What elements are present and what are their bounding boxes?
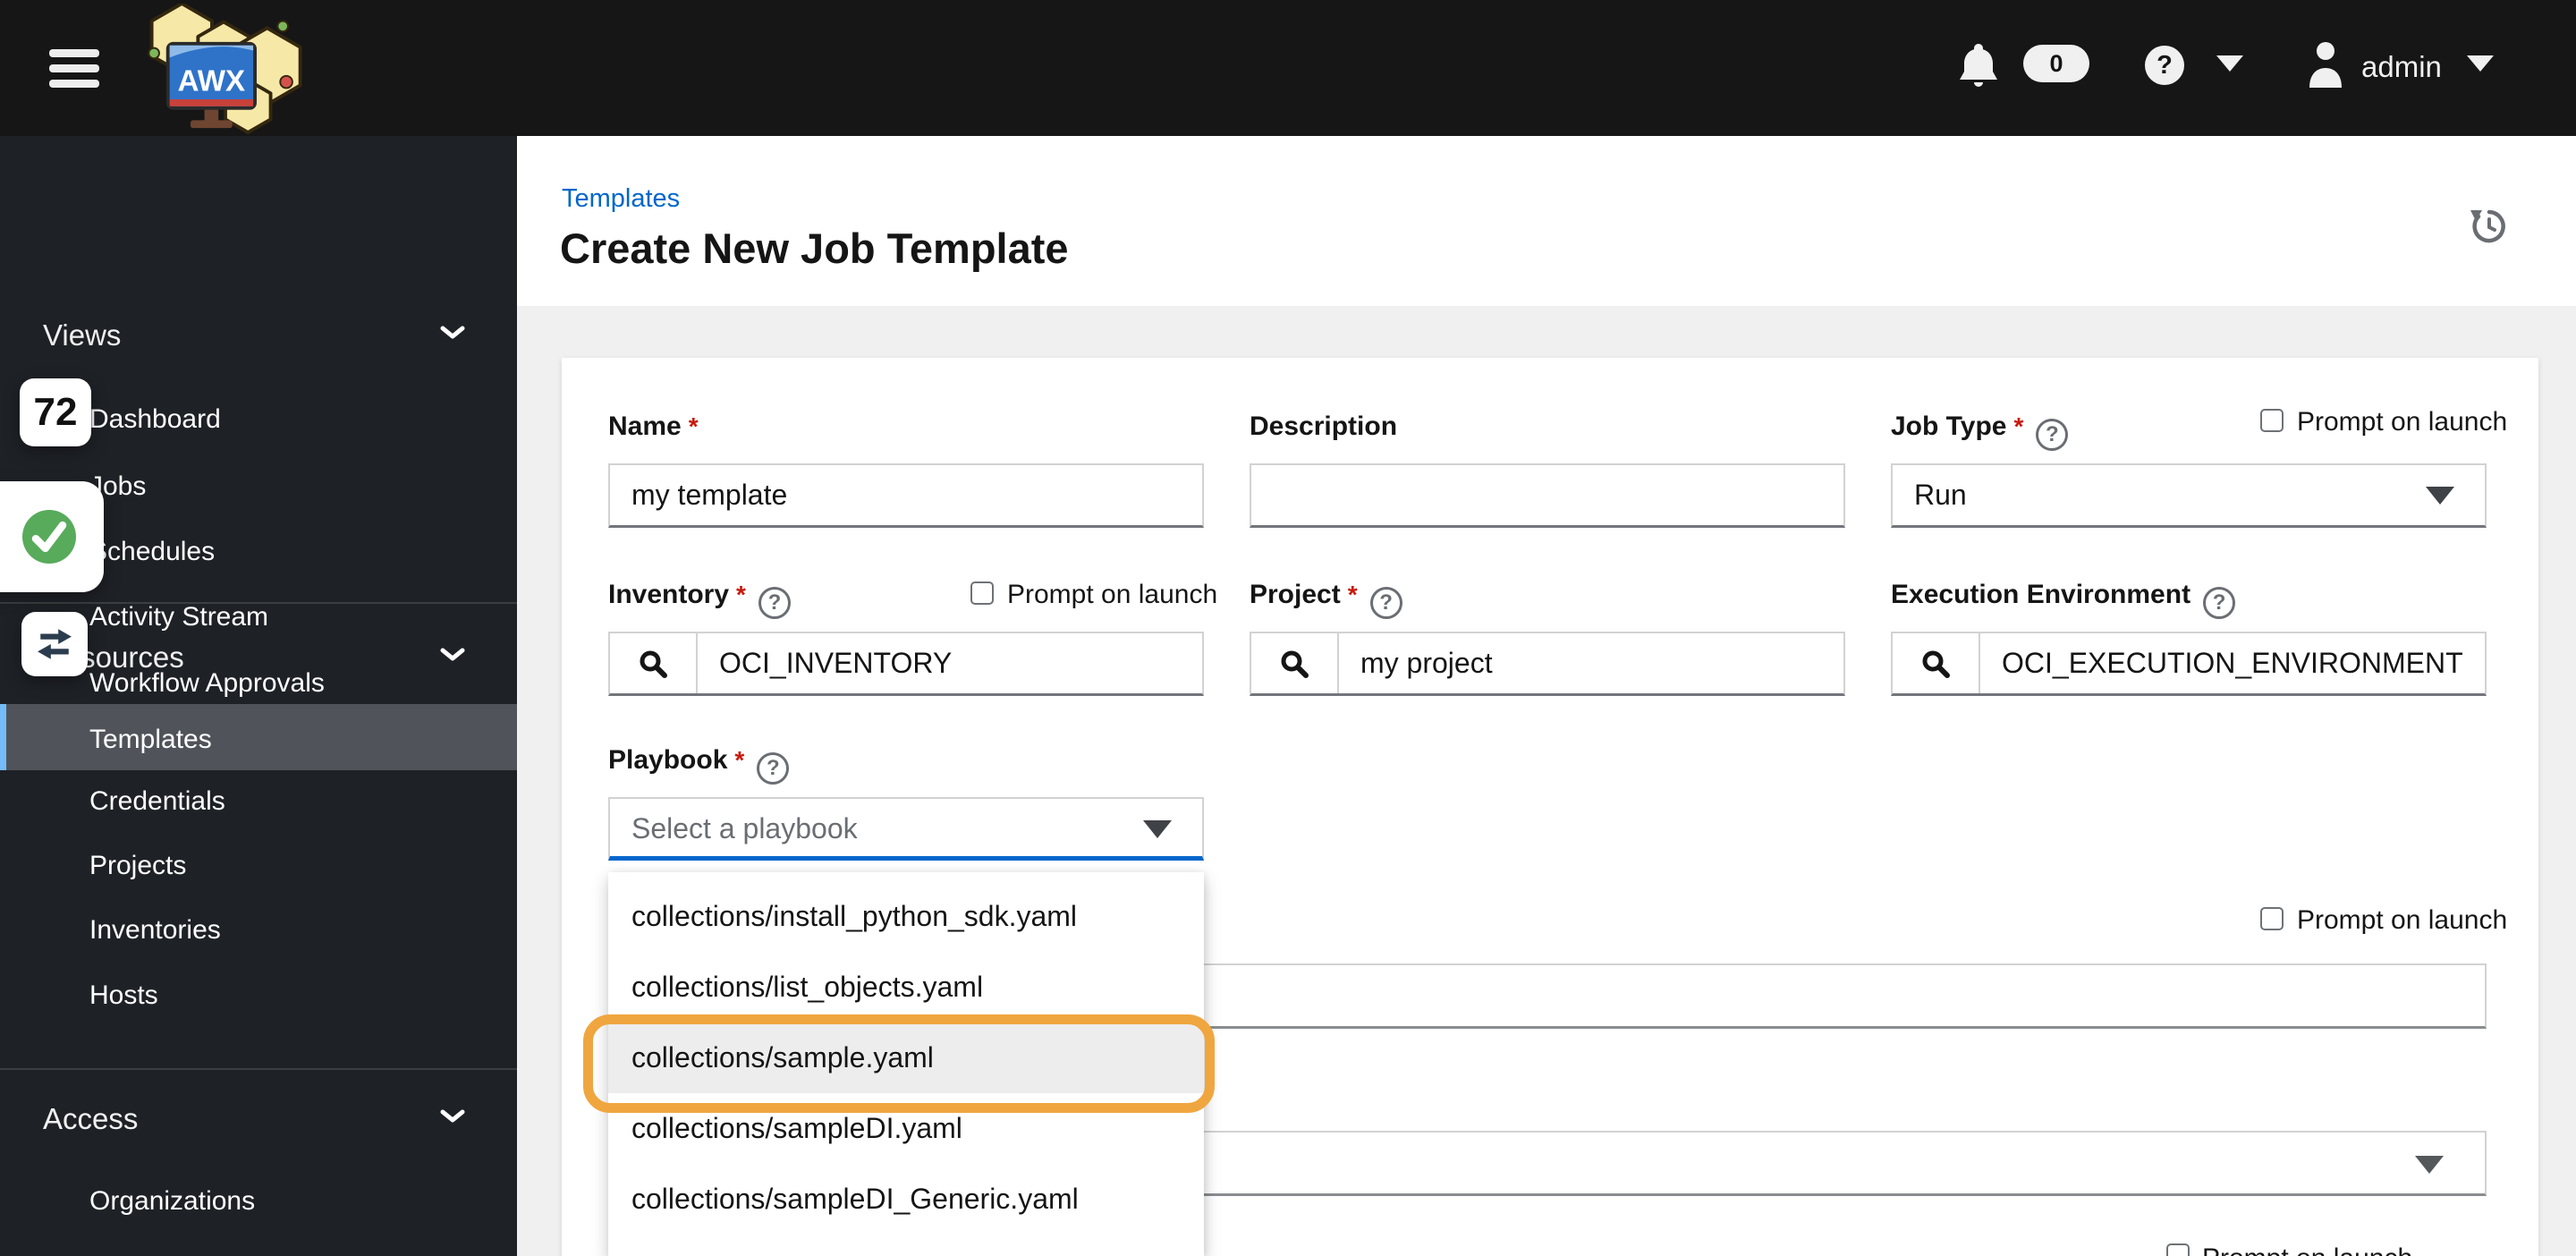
help-icon[interactable]: ? xyxy=(2145,46,2184,85)
search-icon xyxy=(1922,650,1950,678)
execution-environment-input[interactable] xyxy=(1980,633,2485,693)
history-icon[interactable] xyxy=(2467,204,2508,245)
prompt-on-launch-label: Prompt on launch xyxy=(1007,580,1218,609)
chevron-down-icon[interactable] xyxy=(440,1109,465,1124)
job-type-select[interactable]: Run xyxy=(1891,463,2487,528)
sidebar-item-activity-stream[interactable]: Activity Stream xyxy=(89,602,268,632)
overlay-counter-badge: 72 xyxy=(20,378,91,446)
sidebar-item-templates-selected-row[interactable] xyxy=(0,704,517,770)
chevron-down-icon xyxy=(2415,1156,2444,1174)
help-icon[interactable]: ? xyxy=(758,587,791,619)
check-icon xyxy=(22,510,76,564)
playbook-option-2[interactable]: collections/list_objects.yaml xyxy=(608,952,1204,1023)
masthead: AWX 0 ? admin xyxy=(0,0,2576,136)
playbook-placeholder: Select a playbook xyxy=(631,812,858,844)
sidebar-item-organizations[interactable]: Organizations xyxy=(89,1186,255,1217)
username[interactable]: admin xyxy=(2361,50,2442,84)
execution-environment-field xyxy=(1891,632,2487,696)
description-label: Description xyxy=(1250,412,1398,441)
help-icon[interactable]: ? xyxy=(2036,419,2069,451)
job-type-label: Job Type *? xyxy=(1891,412,2069,451)
awx-app: AWX 0 ? admin Views Dashboard Jobs Sched… xyxy=(0,0,2576,1256)
playbook-label: Playbook *? xyxy=(608,745,790,785)
sidebar-item-hosts[interactable]: Hosts xyxy=(89,980,158,1011)
inventory-search-button[interactable] xyxy=(610,633,698,693)
svg-text:AWX: AWX xyxy=(178,64,245,98)
credentials-prompt-checkbox[interactable] xyxy=(2260,907,2284,930)
notifications-count-badge: 0 xyxy=(2023,45,2089,82)
sidebar-item-projects[interactable]: Projects xyxy=(89,851,186,881)
project-label: Project *? xyxy=(1250,580,1402,619)
annotation-highlight-ring xyxy=(583,1014,1215,1113)
project-input[interactable] xyxy=(1339,633,1843,693)
chevron-down-icon xyxy=(2426,487,2454,505)
search-icon xyxy=(1281,650,1309,678)
overlay-swap-badge xyxy=(21,612,88,676)
chevron-down-icon xyxy=(1143,820,1172,838)
name-field xyxy=(608,463,1204,528)
inventory-input[interactable] xyxy=(698,633,1202,693)
breadcrumb-templates-link[interactable]: Templates xyxy=(562,184,680,214)
chevron-down-icon[interactable] xyxy=(440,326,465,340)
page-title: Create New Job Template xyxy=(560,225,1069,272)
help-icon[interactable]: ? xyxy=(1369,587,1402,619)
required-asterisk: * xyxy=(734,746,745,774)
sidebar-item-dashboard[interactable]: Dashboard xyxy=(89,404,221,435)
inventory-label: Inventory *? xyxy=(608,580,791,619)
description-input[interactable] xyxy=(1251,465,1843,525)
playbook-select[interactable]: Select a playbook xyxy=(608,797,1204,861)
project-field xyxy=(1250,632,1845,696)
required-asterisk: * xyxy=(736,581,746,608)
user-icon xyxy=(2306,39,2345,94)
sidebar-item-schedules[interactable]: Schedules xyxy=(89,537,215,567)
sidebar-item-credentials[interactable]: Credentials xyxy=(89,786,225,817)
name-label: Name * xyxy=(608,412,699,441)
required-asterisk: * xyxy=(1347,581,1358,608)
required-asterisk: * xyxy=(688,412,699,440)
nav-group-views[interactable]: Views xyxy=(43,318,121,352)
playbook-option-5[interactable]: collections/sampleDI_Generic.yaml xyxy=(608,1164,1204,1235)
description-field xyxy=(1250,463,1845,528)
sidebar-item-inventories[interactable]: Inventories xyxy=(89,915,221,946)
swap-arrows-icon xyxy=(38,629,72,659)
name-input[interactable] xyxy=(610,465,1202,525)
overlay-success-badge xyxy=(0,481,104,592)
inventory-field xyxy=(608,632,1204,696)
page-header xyxy=(517,136,2576,306)
execution-environment-search-button[interactable] xyxy=(1893,633,1980,693)
hamburger-icon xyxy=(49,49,99,57)
nav-group-access[interactable]: Access xyxy=(43,1102,138,1136)
bottom-prompt-checkbox[interactable] xyxy=(2166,1243,2190,1256)
playbook-option-1[interactable]: collections/install_python_sdk.yaml xyxy=(608,881,1204,952)
user-menu-caret-icon[interactable] xyxy=(2467,55,2494,72)
job-type-prompt-checkbox[interactable] xyxy=(2260,409,2284,432)
sidebar-nav: Views Dashboard Jobs Schedules Activity … xyxy=(0,136,517,1256)
inventory-prompt-checkbox[interactable] xyxy=(970,581,994,605)
sidebar-item-templates[interactable]: Templates xyxy=(89,725,212,755)
notifications-bell-icon[interactable] xyxy=(1959,41,1998,92)
required-asterisk: * xyxy=(2013,412,2024,440)
help-menu-caret-icon[interactable] xyxy=(2216,55,2243,72)
awx-logo[interactable]: AWX xyxy=(134,2,313,134)
search-icon xyxy=(640,650,667,678)
project-search-button[interactable] xyxy=(1251,633,1339,693)
prompt-on-launch-label: Prompt on launch xyxy=(2297,905,2508,935)
prompt-on-launch-label: Prompt on launch xyxy=(2202,1243,2412,1256)
execution-environment-label: Execution Environment? xyxy=(1891,580,2236,619)
chevron-down-icon[interactable] xyxy=(440,648,465,662)
help-icon[interactable]: ? xyxy=(2203,587,2236,619)
nav-toggle-button[interactable] xyxy=(49,49,101,90)
prompt-on-launch-label: Prompt on launch xyxy=(2297,407,2508,437)
help-icon[interactable]: ? xyxy=(757,752,790,785)
job-type-value: Run xyxy=(1914,479,1967,511)
